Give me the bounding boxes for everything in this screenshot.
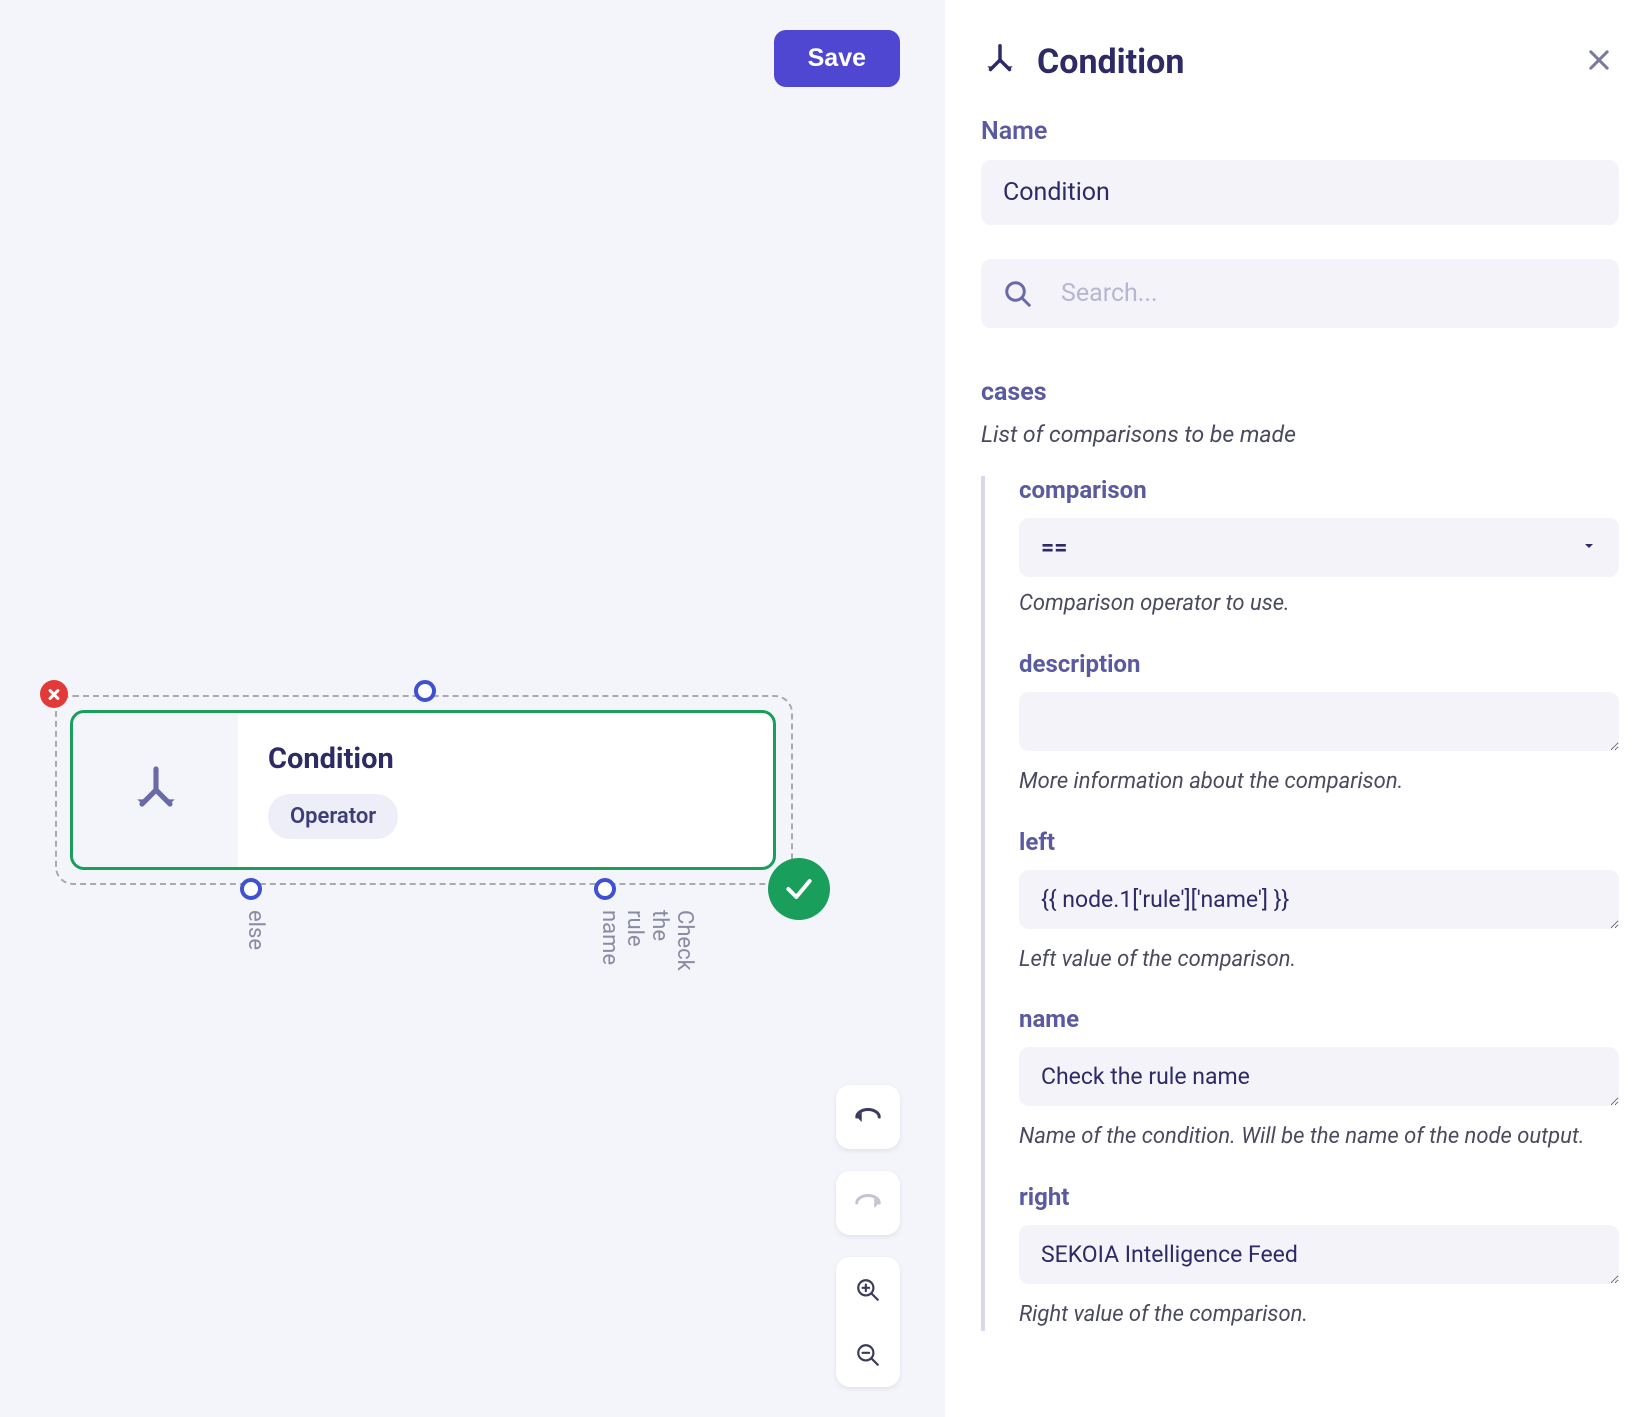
workflow-canvas[interactable]: Save Condition Operator (0, 0, 945, 1417)
delete-node-button[interactable] (40, 680, 68, 708)
output-port-check[interactable] (594, 878, 616, 900)
description-field[interactable] (1019, 692, 1619, 751)
zoom-out-button[interactable] (836, 1322, 900, 1387)
right-help: Right value of the comparison. (1019, 1300, 1619, 1331)
comparison-help: Comparison operator to use. (1019, 589, 1619, 620)
name-field[interactable] (981, 160, 1619, 225)
case-name-help: Name of the condition. Will be the name … (1019, 1122, 1619, 1153)
case-name-field[interactable] (1019, 1047, 1619, 1106)
right-label: right (1019, 1183, 1619, 1211)
cases-section-title: cases (981, 378, 1619, 407)
condition-node[interactable]: Condition Operator else Check the rule n… (55, 695, 795, 885)
zoom-in-button[interactable] (836, 1257, 900, 1322)
case-name-label: name (1019, 1005, 1619, 1033)
redo-button[interactable] (836, 1171, 900, 1235)
search-input[interactable] (981, 259, 1619, 328)
search-icon (1003, 279, 1033, 309)
comparison-select[interactable]: == (1019, 518, 1619, 577)
name-field-label: Name (981, 117, 1619, 146)
close-panel-button[interactable] (1579, 40, 1619, 83)
output-port-else[interactable] (240, 878, 262, 900)
description-help: More information about the comparison. (1019, 767, 1619, 798)
canvas-toolbox (836, 1085, 900, 1387)
port-label-check: Check the rule name (597, 910, 697, 971)
panel-title: Condition (1037, 42, 1561, 82)
node-type-badge: Operator (268, 794, 398, 839)
panel-header-icon (981, 41, 1019, 83)
input-port[interactable] (414, 680, 436, 702)
condition-icon (73, 713, 238, 867)
left-field[interactable] (1019, 870, 1619, 929)
undo-button[interactable] (836, 1085, 900, 1149)
node-valid-badge (768, 858, 830, 920)
description-label: description (1019, 650, 1619, 678)
node-title: Condition (268, 742, 398, 776)
cases-section-desc: List of comparisons to be made (981, 421, 1619, 448)
comparison-label: comparison (1019, 476, 1619, 504)
left-help: Left value of the comparison. (1019, 945, 1619, 976)
save-button[interactable]: Save (774, 30, 900, 87)
port-label-else: else (243, 910, 268, 950)
left-label: left (1019, 828, 1619, 856)
case-item: comparison == Comparison operator to use… (981, 476, 1619, 1331)
properties-panel: Condition Name cases List of comparisons… (945, 0, 1647, 1417)
right-field[interactable] (1019, 1225, 1619, 1284)
